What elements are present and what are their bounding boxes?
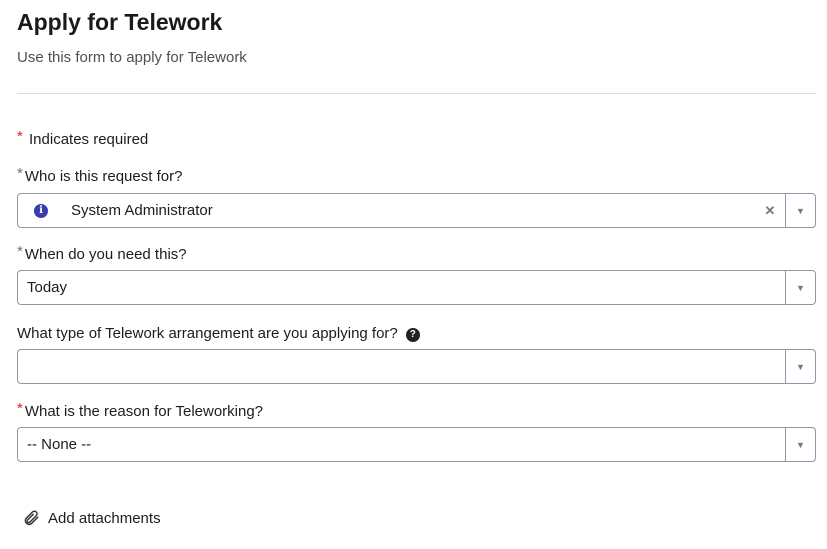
required-star: *: [17, 243, 23, 260]
reason-value: -- None --: [27, 436, 92, 453]
required-star: *: [17, 400, 23, 417]
chevron-down-icon[interactable]: ▼: [785, 271, 815, 304]
chevron-down-icon[interactable]: ▼: [785, 350, 815, 383]
chevron-down-icon[interactable]: ▼: [785, 194, 815, 227]
add-attachments-label: Add attachments: [48, 509, 161, 527]
required-note: * Indicates required: [17, 128, 149, 148]
required-star: *: [17, 128, 23, 145]
add-attachments-button[interactable]: Add attachments: [22, 509, 161, 527]
page-title: Apply for Telework: [17, 9, 223, 35]
who-value: System Administrator: [71, 202, 213, 219]
reason-label-text: What is the reason for Teleworking?: [24, 403, 264, 420]
who-label-text: Who is this request for?: [24, 168, 183, 185]
who-field[interactable]: i System Administrator ✕ ▼: [17, 193, 816, 228]
who-label: * Who is this request for?: [17, 165, 183, 185]
required-star: *: [17, 165, 23, 182]
clear-icon[interactable]: ✕: [755, 203, 785, 219]
required-note-text: Indicates required: [29, 131, 149, 148]
info-icon[interactable]: i: [34, 203, 48, 218]
arrangement-label: What type of Telework arrangement are yo…: [17, 325, 420, 342]
divider: [17, 93, 816, 94]
when-label: * When do you need this?: [17, 243, 187, 263]
paperclip-icon: [24, 510, 39, 526]
reason-select[interactable]: -- None -- ▼: [17, 427, 816, 462]
when-value: Today: [27, 279, 68, 296]
when-label-text: When do you need this?: [24, 246, 187, 263]
when-select[interactable]: Today ▼: [17, 270, 816, 305]
arrangement-select[interactable]: ▼: [17, 349, 816, 384]
chevron-down-icon[interactable]: ▼: [785, 428, 815, 461]
question-circle-icon[interactable]: ?: [405, 327, 420, 342]
page-subtitle: Use this form to apply for Telework: [17, 49, 247, 66]
arrangement-label-text: What type of Telework arrangement are yo…: [17, 325, 398, 342]
reason-label: * What is the reason for Teleworking?: [17, 400, 264, 420]
